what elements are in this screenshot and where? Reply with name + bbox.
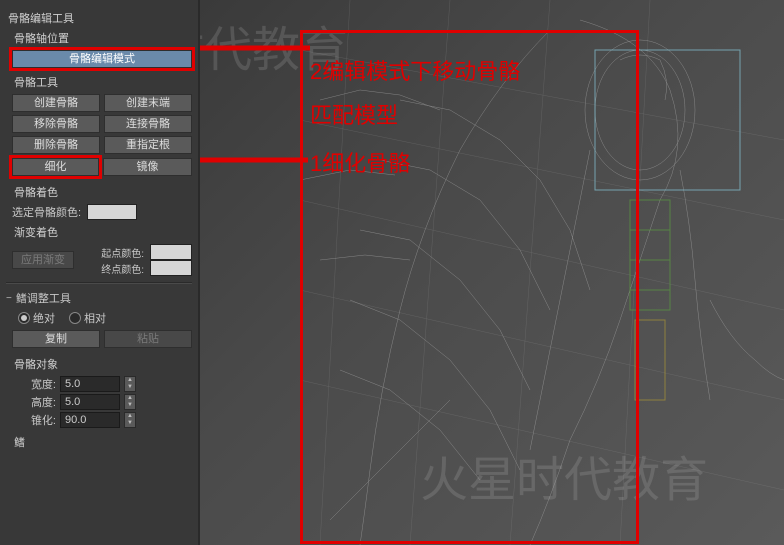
relative-label: 相对: [84, 310, 106, 326]
refine-button[interactable]: 细化: [12, 158, 99, 176]
create-bone-button[interactable]: 创建骨骼: [12, 94, 100, 112]
fin-tools-title: 鳍调整工具: [16, 290, 71, 306]
gradient-label: 渐变着色: [14, 224, 192, 240]
taper-input[interactable]: 90.0: [60, 412, 120, 428]
absolute-radio[interactable]: 绝对: [18, 310, 55, 326]
width-input[interactable]: 5.0: [60, 376, 120, 392]
panel-title: 骨骼编辑工具: [8, 10, 192, 26]
width-label: 宽度:: [12, 376, 56, 392]
selected-color-label: 选定骨骼颜色:: [12, 204, 81, 220]
taper-spinner[interactable]: ▲▼: [124, 412, 136, 428]
create-end-button[interactable]: 创建末端: [104, 94, 192, 112]
bone-edit-mode-button[interactable]: 骨骼编辑模式: [12, 50, 192, 68]
taper-label: 锥化:: [12, 412, 56, 428]
selected-color-swatch[interactable]: [87, 204, 137, 220]
relative-radio[interactable]: 相对: [69, 310, 106, 326]
bone-tools-panel: 骨骼编辑工具 骨骼轴位置 骨骼编辑模式 骨骼工具 创建骨骼 创建末端 移除骨骼 …: [0, 0, 200, 545]
connect-bone-button[interactable]: 连接骨骼: [104, 115, 192, 133]
collapse-icon: −: [6, 293, 12, 304]
width-spinner[interactable]: ▲▼: [124, 376, 136, 392]
height-spinner[interactable]: ▲▼: [124, 394, 136, 410]
absolute-label: 绝对: [33, 310, 55, 326]
pivot-label: 骨骼轴位置: [14, 30, 192, 46]
coloring-label: 骨骼着色: [14, 184, 192, 200]
tools-label: 骨骼工具: [14, 74, 192, 90]
viewport-3d[interactable]: [200, 0, 784, 545]
wireframe-mesh: [200, 0, 784, 545]
start-color-label: 起点颜色:: [80, 245, 144, 260]
bone-object-label: 骨骼对象: [14, 356, 192, 372]
end-color-label: 终点颜色:: [80, 261, 144, 276]
paste-button[interactable]: 粘贴: [104, 330, 192, 348]
fins-label: 鳍: [14, 434, 192, 450]
remove-bone-button[interactable]: 移除骨骼: [12, 115, 100, 133]
copy-button[interactable]: 复制: [12, 330, 100, 348]
reassign-root-button[interactable]: 重指定根: [104, 136, 192, 154]
start-color-swatch[interactable]: [150, 244, 192, 260]
fin-tools-header[interactable]: − 鳍调整工具: [6, 290, 192, 306]
apply-gradient-button[interactable]: 应用渐变: [12, 251, 74, 269]
height-label: 高度:: [12, 394, 56, 410]
end-color-swatch[interactable]: [150, 260, 192, 276]
mirror-button[interactable]: 镜像: [103, 158, 192, 176]
delete-bone-button[interactable]: 删除骨骼: [12, 136, 100, 154]
height-input[interactable]: 5.0: [60, 394, 120, 410]
